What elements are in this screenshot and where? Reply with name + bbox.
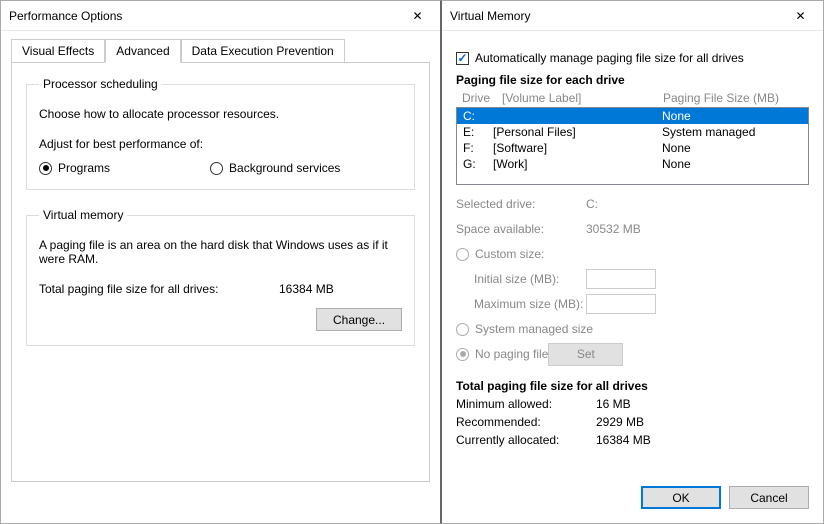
close-button[interactable]: ✕ <box>778 1 823 31</box>
change-button[interactable]: Change... <box>316 308 402 331</box>
tabs: Visual Effects Advanced Data Execution P… <box>1 31 440 62</box>
auto-manage-checkbox[interactable]: ✓ Automatically manage paging file size … <box>456 51 809 65</box>
processor-scheduling-legend: Processor scheduling <box>39 77 162 91</box>
current-allocated-label: Currently allocated: <box>456 433 596 447</box>
tab-content: Processor scheduling Choose how to alloc… <box>11 62 430 482</box>
min-allowed-label: Minimum allowed: <box>456 397 596 411</box>
system-managed-label: System managed size <box>475 322 593 336</box>
selected-drive-value: C: <box>586 197 598 211</box>
vm-content: ✓ Automatically manage paging file size … <box>442 31 823 463</box>
window-title: Performance Options <box>9 9 122 23</box>
space-available-label: Space available: <box>456 222 586 236</box>
virtual-memory-group: Virtual memory A paging file is an area … <box>26 208 415 346</box>
drive-settings: Selected drive: C: Space available: 3053… <box>456 193 809 365</box>
dialog-buttons: OK Cancel <box>641 486 809 509</box>
vm-desc: A paging file is an area on the hard dis… <box>39 238 402 266</box>
selected-drive-label: Selected drive: <box>456 197 586 211</box>
titlebar: Performance Options ✕ <box>1 1 440 31</box>
space-available-value: 30532 MB <box>586 222 641 236</box>
ok-button[interactable]: OK <box>641 486 721 509</box>
drive-list-header: Drive [Volume Label] Paging File Size (M… <box>456 89 809 107</box>
recommended-label: Recommended: <box>456 415 596 429</box>
drive-row[interactable]: C: None <box>457 108 808 124</box>
performance-options-window: Performance Options ✕ Visual Effects Adv… <box>0 0 441 524</box>
processor-scheduling-group: Processor scheduling Choose how to alloc… <box>26 77 415 190</box>
drive-row[interactable]: E: [Personal Files] System managed <box>457 124 808 140</box>
radio-icon <box>456 348 469 361</box>
radio-background-services[interactable]: Background services <box>210 161 340 175</box>
radio-no-paging: No paging file <box>456 347 548 361</box>
radio-custom-size: Custom size: <box>456 247 544 261</box>
recommended-value: 2929 MB <box>596 415 644 429</box>
close-button[interactable]: ✕ <box>395 1 440 31</box>
no-paging-label: No paging file <box>475 347 548 361</box>
radio-system-managed: System managed size <box>456 322 593 336</box>
max-size-input <box>586 294 656 314</box>
proc-desc: Choose how to allocate processor resourc… <box>39 107 402 121</box>
cancel-button[interactable]: Cancel <box>729 486 809 509</box>
virtual-memory-dialog: Virtual Memory ✕ ✓ Automatically manage … <box>441 0 824 524</box>
titlebar: Virtual Memory ✕ <box>442 1 823 31</box>
close-icon: ✕ <box>795 9 805 23</box>
radio-icon <box>456 323 469 336</box>
initial-size-input <box>586 269 656 289</box>
drive-list[interactable]: C: None E: [Personal Files] System manag… <box>456 107 809 185</box>
checkbox-icon: ✓ <box>456 52 469 65</box>
totals-section: Total paging file size for all drives Mi… <box>456 379 809 447</box>
max-size-label: Maximum size (MB): <box>456 297 586 311</box>
radio-programs[interactable]: Programs <box>39 161 110 175</box>
paging-each-drive-label: Paging file size for each drive <box>456 73 809 87</box>
current-allocated-value: 16384 MB <box>596 433 651 447</box>
radio-programs-label: Programs <box>58 161 110 175</box>
tab-advanced[interactable]: Advanced <box>105 39 180 63</box>
set-button: Set <box>548 343 623 366</box>
custom-size-label: Custom size: <box>475 247 544 261</box>
min-allowed-value: 16 MB <box>596 397 631 411</box>
radio-icon <box>456 248 469 261</box>
radio-icon <box>39 162 52 175</box>
total-paging-label: Total paging file size for all drives: <box>39 282 279 296</box>
close-icon: ✕ <box>412 9 422 23</box>
initial-size-label: Initial size (MB): <box>456 272 586 286</box>
tab-dep[interactable]: Data Execution Prevention <box>181 39 345 62</box>
auto-manage-label: Automatically manage paging file size fo… <box>475 51 744 65</box>
tab-visual-effects[interactable]: Visual Effects <box>11 39 105 62</box>
radio-background-label: Background services <box>229 161 340 175</box>
adjust-for-label: Adjust for best performance of: <box>39 137 402 151</box>
totals-header: Total paging file size for all drives <box>456 379 809 393</box>
window-title: Virtual Memory <box>450 9 530 23</box>
total-paging-value: 16384 MB <box>279 282 334 296</box>
drive-row[interactable]: G: [Work] None <box>457 156 808 172</box>
virtual-memory-legend: Virtual memory <box>39 208 127 222</box>
drive-row[interactable]: F: [Software] None <box>457 140 808 156</box>
radio-icon <box>210 162 223 175</box>
